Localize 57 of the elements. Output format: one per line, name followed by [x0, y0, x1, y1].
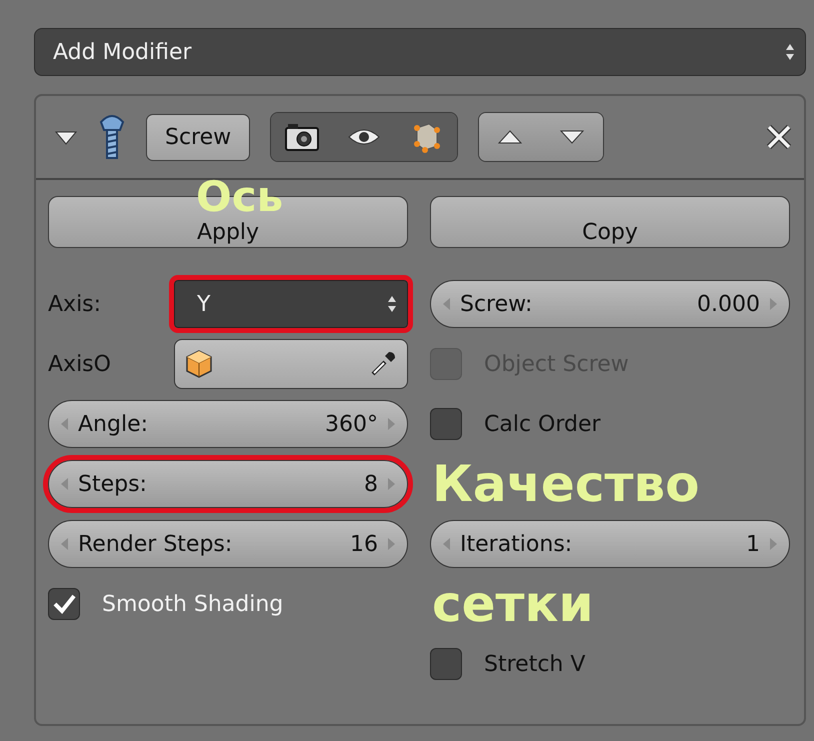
checkbox[interactable]	[430, 648, 462, 680]
checkmark-icon	[52, 593, 76, 615]
number-field[interactable]: Render Steps: 16	[48, 520, 408, 568]
move-up-button[interactable]	[479, 113, 542, 161]
left-arrow-icon	[61, 418, 68, 430]
field-label: AxisO	[48, 350, 112, 378]
field-value: 8	[364, 470, 378, 498]
field-label: Angle:	[78, 410, 150, 438]
checkbox-label: Stretch V	[484, 650, 586, 678]
dropdown-label: Add Modifier	[53, 38, 192, 66]
number-field[interactable]: Angle: 360°	[48, 400, 408, 448]
down-triangle-icon	[560, 130, 584, 144]
checkbox[interactable]	[48, 588, 80, 620]
move-down-button[interactable]	[541, 113, 604, 161]
field-value: 0.000	[697, 290, 760, 318]
annotation-text: Качество	[432, 459, 700, 509]
eye-icon	[347, 127, 382, 147]
eyedropper-icon	[369, 350, 397, 378]
annotation-text: сетки	[432, 579, 594, 629]
number-field[interactable]: Iterations: 1	[430, 520, 790, 568]
field-label: Axis:	[48, 290, 102, 318]
cube-icon	[185, 349, 213, 379]
field-value: 360°	[325, 410, 378, 438]
checkbox-label: Smooth Shading	[102, 590, 284, 618]
add-modifier-dropdown[interactable]: Add Modifier	[34, 28, 806, 76]
screw-icon	[98, 112, 126, 162]
right-arrow-icon	[388, 418, 395, 430]
dropdown-value: Y	[197, 290, 210, 318]
right-arrow-icon	[770, 538, 777, 550]
right-arrow-icon	[388, 478, 395, 490]
right-arrow-icon	[770, 298, 777, 310]
field-label: Screw:	[460, 290, 534, 318]
left-arrow-icon	[61, 538, 68, 550]
field-label: Steps:	[78, 470, 148, 498]
updown-icon	[785, 43, 795, 61]
field-label: Render Steps:	[78, 530, 234, 558]
camera-icon	[284, 122, 320, 152]
render-toggle[interactable]	[271, 113, 334, 161]
left-arrow-icon	[61, 478, 68, 490]
right-arrow-icon	[388, 538, 395, 550]
checkbox-label: Calc Order	[484, 410, 601, 438]
collapse-icon	[54, 130, 78, 146]
field-value: 16	[350, 530, 378, 558]
field-value: 1	[746, 530, 760, 558]
left-arrow-icon	[443, 298, 450, 310]
left-arrow-icon	[443, 538, 450, 550]
field-label: Iterations:	[460, 530, 574, 558]
up-triangle-icon	[498, 130, 522, 144]
editmode-toggle[interactable]	[395, 113, 458, 161]
action-button[interactable]: Copy	[430, 196, 790, 248]
object-field[interactable]	[174, 339, 408, 389]
updown-icon	[387, 295, 397, 313]
close-button[interactable]	[766, 124, 792, 150]
modifier-name-field[interactable]: Screw	[146, 114, 250, 160]
close-icon	[766, 124, 792, 150]
number-field[interactable]: Screw: 0.000	[430, 280, 790, 328]
checkbox[interactable]	[430, 408, 462, 440]
